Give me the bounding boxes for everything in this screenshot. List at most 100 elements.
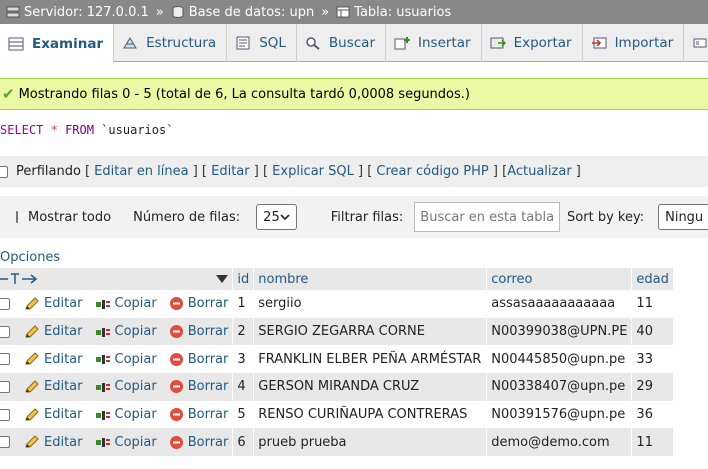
edit-row-button[interactable]: Editar — [24, 379, 83, 394]
tab-estructura[interactable]: Estructura — [114, 24, 228, 62]
cell-nombre[interactable]: sergiio — [253, 290, 488, 318]
cell-id[interactable]: 3 — [232, 345, 255, 374]
table-row: Editar Copiar Borrar 1 sergiio assasaaaaaaaaa… — [0, 290, 674, 318]
cell-correo[interactable]: N00445850@upn.pe — [486, 345, 633, 374]
cell-edad[interactable]: 36 — [631, 400, 674, 429]
table-row: Editar Copiar Borrar 2 SERGIO ZEGARRA CORNE N… — [0, 317, 674, 346]
cell-nombre[interactable]: SERGIO ZEGARRA CORNE — [253, 317, 488, 346]
edit-row-button[interactable]: Editar — [24, 296, 83, 311]
column-header-id[interactable]: id — [232, 268, 255, 290]
success-message: ✔ Mostrando filas 0 - 5 (total de 6, La … — [0, 78, 708, 110]
row-checkbox[interactable] — [0, 436, 10, 449]
edit-inline-link[interactable]: Editar en línea — [94, 164, 188, 179]
copy-row-button[interactable]: Copiar — [95, 296, 157, 311]
tab-sql[interactable]: SQL — [227, 24, 297, 62]
delete-row-button[interactable]: Borrar — [169, 379, 229, 395]
tab-buscar[interactable]: Buscar — [297, 24, 387, 62]
delete-row-button[interactable]: Borrar — [169, 435, 228, 450]
row-checkbox[interactable] — [0, 380, 10, 393]
cell-id[interactable]: 5 — [232, 400, 255, 429]
cell-id[interactable]: 4 — [232, 373, 255, 401]
cell-correo[interactable]: N00391576@upn.pe — [486, 400, 633, 429]
column-arrows-icon[interactable] — [0, 273, 42, 285]
tab-bar: Examinar Estructura SQL Buscar Insertar … — [0, 24, 708, 63]
cell-nombre[interactable]: RENSO CURIÑAUPA CONTRERAS — [253, 400, 488, 429]
copy-row-button[interactable]: Copiar — [95, 407, 157, 422]
sort-by-key-label: Sort by key: — [567, 209, 645, 225]
cell-edad[interactable]: 11 — [631, 428, 674, 457]
delete-row-button[interactable]: Borrar — [169, 407, 228, 422]
tab-examinar[interactable]: Examinar — [0, 24, 115, 63]
row-checkbox[interactable] — [0, 325, 10, 338]
delete-row-button[interactable]: Borrar — [169, 324, 228, 339]
edit-row-button[interactable]: Editar — [24, 324, 83, 339]
search-icon — [306, 37, 320, 50]
success-message-text: Mostrando filas 0 - 5 (total de 6, La co… — [18, 86, 470, 102]
cell-correo[interactable]: assasaaaaaaaaaaa — [486, 290, 633, 318]
breadcrumb-table[interactable]: Tabla: usuarios — [336, 5, 451, 20]
column-header-edad[interactable]: edad — [631, 268, 674, 290]
table-row: Editar Copiar Borrar 6 prueb prueba demo@demo… — [0, 428, 674, 457]
row-actions-cell: Editar Copiar Borrar — [0, 290, 234, 318]
rows-per-page-select[interactable]: 25 — [256, 204, 297, 230]
breadcrumb-table-label: Tabla: usuarios — [354, 4, 452, 20]
cell-nombre[interactable]: GERSON MIRANDA CRUZ — [253, 373, 488, 401]
edit-label: Editar — [44, 379, 83, 395]
edit-row-button[interactable]: Editar — [24, 352, 83, 367]
cell-correo[interactable]: demo@demo.com — [486, 428, 633, 457]
cell-id[interactable]: 6 — [232, 428, 255, 457]
copy-row-button[interactable]: Copiar — [95, 352, 157, 367]
tab-exportar[interactable]: Exportar — [482, 24, 583, 62]
sort-dropdown-icon[interactable] — [216, 274, 229, 284]
copy-row-button[interactable]: Copiar — [95, 324, 157, 339]
row-checkbox[interactable] — [0, 353, 10, 366]
cell-id[interactable]: 2 — [232, 317, 255, 346]
row-checkbox[interactable] — [0, 408, 10, 421]
row-controls-header — [0, 268, 234, 290]
navigation-toolbar: Mostrar todo Número de filas: 25 Filtrar… — [0, 196, 708, 238]
copy-label: Copiar — [114, 434, 157, 450]
delete-label: Borrar — [187, 379, 229, 395]
cell-nombre[interactable]: prueb prueba — [253, 428, 488, 457]
copy-row-button[interactable]: Copiar — [95, 379, 157, 394]
edit-row-button[interactable]: Editar — [24, 435, 83, 450]
cell-edad[interactable]: 40 — [631, 317, 674, 346]
row-actions-cell: Editar Copiar Borrar — [0, 428, 234, 457]
copy-row-button[interactable]: Copiar — [95, 435, 157, 450]
cell-edad[interactable]: 29 — [631, 373, 674, 401]
column-header-nombre[interactable]: nombre — [253, 268, 488, 290]
filter-rows-input[interactable]: Buscar en esta tabla — [414, 202, 561, 232]
edit-label: Editar — [44, 296, 83, 312]
edit-row-button[interactable]: Editar — [24, 407, 83, 422]
delete-row-button[interactable]: Borrar — [169, 296, 228, 311]
filter-label: Filtrar filas: — [330, 209, 404, 225]
delete-row-button[interactable]: Borrar — [169, 351, 229, 367]
column-header-correo[interactable]: correo — [486, 268, 633, 290]
create-php-code-link[interactable]: Crear código PHP — [376, 164, 488, 179]
copy-icon — [95, 355, 110, 365]
sort-by-key-select[interactable]: Ningu — [658, 204, 708, 230]
breadcrumb-server[interactable]: Servidor: 127.0.0.1 — [6, 5, 149, 20]
cell-nombre[interactable]: FRANKLIN ELBER PEÑA ARMÉSTAR — [253, 345, 488, 374]
options-link[interactable]: Opciones — [0, 250, 60, 265]
cell-id[interactable]: 1 — [232, 290, 255, 318]
refresh-link[interactable]: Actualizar — [507, 164, 571, 179]
cell-edad[interactable]: 11 — [631, 290, 674, 318]
table-icon — [336, 6, 350, 18]
sql-keyword-select: SELECT — [0, 123, 44, 137]
cell-edad[interactable]: 33 — [631, 345, 674, 374]
pencil-icon — [25, 297, 39, 310]
tab-insertar[interactable]: Insertar — [386, 24, 482, 62]
show-all-checkbox[interactable] — [16, 211, 18, 223]
delete-label: Borrar — [187, 351, 229, 367]
results-table: id nombre correo edad Editar Copiar Borrar… — [0, 268, 674, 457]
breadcrumb-database[interactable]: Base de datos: upn — [171, 5, 314, 20]
profiling-checkbox[interactable] — [0, 165, 8, 178]
row-checkbox[interactable] — [0, 297, 10, 310]
cell-correo[interactable]: N00399038@UPN.PE — [486, 317, 633, 346]
tab-importar[interactable]: Importar — [583, 24, 685, 62]
edit-link[interactable]: Editar — [211, 164, 250, 179]
explain-sql-link[interactable]: Explicar SQL — [272, 164, 354, 179]
cell-correo[interactable]: N00338407@upn.pe — [486, 373, 633, 401]
tab-more[interactable] — [684, 24, 708, 62]
